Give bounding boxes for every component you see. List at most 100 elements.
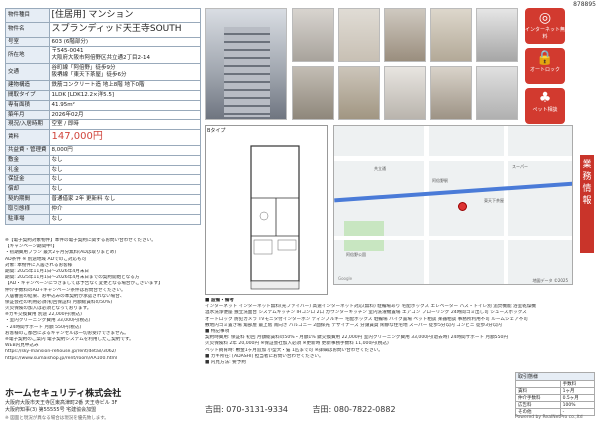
pet-badge: ♣ ペット相談 — [525, 88, 565, 124]
info-key: 敷金 — [5, 154, 50, 166]
info-key: 交通 — [5, 63, 50, 81]
map-logo: Google — [338, 276, 353, 281]
info-key: 建物構造 — [5, 79, 50, 91]
map-credit: 地図データ ©2025 — [532, 278, 568, 283]
info-value: 仲介 — [48, 204, 202, 215]
info-row: 現況/入居時期 空室 / 即時 — [5, 119, 202, 131]
info-key: 取引態様 — [5, 204, 50, 215]
info-row: 契約期間 普通借家 2年 更新料 なし — [5, 194, 202, 205]
remark-line: 温水洗浄便座 独立洗面台 システムキッチン IHコンロ 2口 カウンターキッチン… — [205, 310, 527, 316]
info-value: なし — [48, 164, 202, 176]
info-value: スプランディッド天王寺SOUTH — [48, 22, 202, 38]
info-key: 所在地 — [5, 46, 50, 65]
info-row: 専有面積 41.95m² — [5, 99, 202, 111]
commission-cell: 広告料 — [515, 401, 561, 409]
info-value: 603 (6階部分) — [48, 36, 202, 48]
shop-label: スーパー — [512, 164, 528, 169]
info-key: 物件種目 — [5, 7, 50, 24]
info-key: 間取タイプ — [5, 89, 50, 101]
room-photo-7 — [338, 66, 380, 120]
business-info-tag: 業務情報 — [580, 155, 594, 253]
info-row: 保証金 なし — [5, 174, 202, 186]
info-row: 建物構造 鉄筋コンクリート造 地上8階 地下0階 — [5, 79, 202, 91]
property-location-pin-icon — [458, 202, 467, 211]
info-key: 築年月 — [5, 109, 50, 121]
info-value: 1LDK [LDK12.2×洋5.5] — [48, 89, 202, 101]
room-photo-2 — [338, 8, 380, 62]
map-road — [504, 126, 508, 284]
info-row: 間取タイプ 1LDK [LDK12.2×洋5.5] — [5, 89, 202, 101]
info-key: 契約期間 — [5, 194, 50, 205]
info-row: 駐車場 なし — [5, 213, 202, 225]
info-row: 物件種目 [住居用] マンション — [5, 7, 202, 24]
commission-row: 手数料 — [515, 380, 596, 388]
phone-2[interactable]: 吉田: 080-7822-0882 — [313, 405, 396, 414]
commission-cell: 手数料 — [559, 380, 596, 388]
info-key: 共益費・管理費 — [5, 144, 50, 156]
info-value: 普通借家 2年 更新料 なし — [48, 194, 202, 205]
info-row: 償却 なし — [5, 184, 202, 196]
commission-cell: 100% — [559, 401, 596, 409]
commission-table: 取引態様 手数料 賃料 1ヶ月 仲介手数料 0.5ヶ月 広告料 100% その他 - — [515, 372, 596, 416]
room-photo-10 — [476, 66, 518, 120]
info-value: 2026年02月 — [48, 109, 202, 121]
info-value: 谷町線「阿倍野」徒歩9分 阪堺線「東天下茶屋」徒歩6分 — [48, 63, 202, 81]
info-value: なし — [48, 213, 202, 225]
info-value: 〒545-0041 大阪府大阪市阿倍野区共立通2丁目2-14 — [48, 46, 202, 65]
document-id: 878895 — [573, 1, 596, 8]
floor-plan: Bタイプ — [205, 125, 328, 295]
info-key: 物件名 — [5, 22, 50, 38]
info-key: 現況/入居時期 — [5, 119, 50, 131]
commission-row: 賃料 1ヶ月 — [515, 387, 596, 395]
info-row: 物件名 スプランディッド天王寺SOUTH — [5, 22, 202, 38]
remark-line: オートロック 防犯カメラ TVモニタ付インターホン ディンプルキー 宅配ボックス… — [205, 316, 528, 322]
info-value: 空室 / 即時 — [48, 119, 202, 131]
info-row: 賃料 147,000円 — [5, 129, 202, 146]
internet-free-badge: ◎ インターネット無料 — [525, 8, 565, 44]
info-row: 取引態様 仲介 — [5, 204, 202, 215]
commission-cell — [515, 380, 561, 388]
room-photo-1 — [292, 8, 334, 62]
note-line: https://www.sumaishop.jp/rent/room/AA100… — [5, 355, 118, 361]
info-value: 147,000円 — [48, 129, 202, 146]
room-photo-6 — [292, 66, 334, 120]
notes-block: ※【電子契約対象物件】本件の電子契約に関するお問い合わせください。 【キャンペーン… — [5, 238, 201, 362]
room-photo-3 — [384, 8, 426, 62]
phone-1[interactable]: 吉田: 070-3131-9334 — [205, 405, 288, 414]
lock-icon: 🔒 — [536, 50, 554, 66]
commission-row: 広告料 100% — [515, 401, 596, 409]
map-road — [334, 156, 572, 161]
info-value: なし — [48, 184, 202, 196]
paw-icon: ♣ — [538, 90, 552, 106]
room-photo-4 — [430, 8, 472, 62]
remark-line: ■ 内見方法: 要予約 — [205, 359, 246, 365]
room-photo-5 — [476, 8, 518, 62]
info-value: 41.95m² — [48, 99, 202, 111]
info-row: 築年月 2026年02月 — [5, 109, 202, 121]
location-map[interactable]: 阿倍野駅 東天下茶屋 共立通 スーパー 阿倍野公園 Google 地図データ ©… — [333, 125, 573, 285]
info-key: 償却 — [5, 184, 50, 196]
floor-plan-drawing — [250, 145, 300, 290]
remarks-block: ■ 設備・備考 インターネット インターネット無料(光ファイバー) 高速インター… — [205, 298, 573, 366]
info-row: 号室 603 (6階部分) — [5, 36, 202, 48]
commission-row: 仲介手数料 0.5ヶ月 — [515, 394, 596, 402]
commission-cell: 0.5ヶ月 — [559, 394, 596, 402]
company-block: ホームセキュリティ株式会社 大阪府大阪市天王寺区東高津町2番 天王寺ビル 3F … — [5, 386, 201, 413]
wifi-icon: ◎ — [538, 10, 552, 26]
park-label: 阿倍野公園 — [346, 252, 366, 257]
info-key: 礼金 — [5, 164, 50, 176]
commission-table-title: 取引態様 — [515, 372, 595, 381]
map-road — [424, 126, 429, 284]
company-name: ホームセキュリティ株式会社 — [5, 389, 122, 399]
info-key: 駐車場 — [5, 213, 50, 225]
building-photo — [205, 8, 287, 120]
info-value: 鉄筋コンクリート造 地上8階 地下0階 — [48, 79, 202, 91]
commission-cell: 賃料 — [515, 387, 561, 395]
info-value: なし — [48, 174, 202, 186]
rail-line — [334, 181, 572, 203]
info-value: 8,000円 — [48, 144, 202, 156]
info-value: なし — [48, 154, 202, 166]
info-row: 共益費・管理費 8,000円 — [5, 144, 202, 156]
info-key: 号室 — [5, 36, 50, 48]
footer-disclaimer: ※ 図面と現況が異なる場合は現況を優先致します。 — [5, 416, 109, 421]
